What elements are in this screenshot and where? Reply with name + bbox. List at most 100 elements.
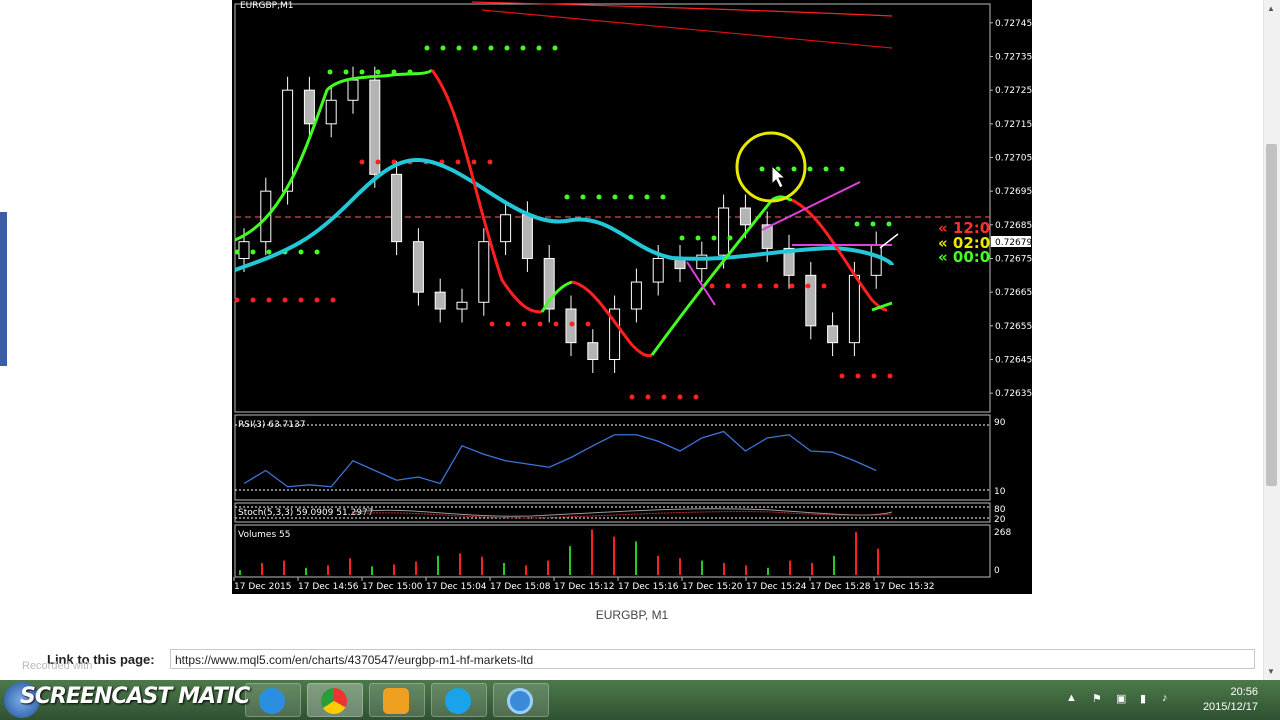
signal-dot (359, 69, 365, 75)
signal-dot (711, 235, 717, 241)
clock-time: 20:56 (1230, 686, 1258, 698)
current-price-label: 0.72679 (995, 238, 1032, 248)
signal-dot (727, 235, 733, 241)
signal-dot (629, 394, 635, 400)
timer-label-3: « 00:0 (938, 248, 990, 266)
signal-dot (757, 283, 763, 289)
signal-dot (741, 283, 747, 289)
price-tick-label: 0.72675 (995, 255, 1032, 265)
time-tick-label: 17 Dec 15:24 (746, 582, 807, 592)
tray-volume-icon[interactable]: ♪ (1162, 692, 1174, 704)
signal-dot (298, 249, 304, 255)
signal-dot (456, 45, 462, 51)
signal-dot (266, 297, 272, 303)
signal-dot (327, 69, 333, 75)
signal-dot (564, 194, 570, 200)
candle-body (718, 207, 730, 256)
rsi-label: RSI(3) 63.7137 (238, 420, 305, 430)
signal-dot (536, 45, 542, 51)
price-tick-label: 0.72735 (995, 53, 1032, 63)
time-tick-label: 17 Dec 15:28 (810, 582, 871, 592)
candle-body (282, 89, 294, 192)
signal-dot (807, 166, 813, 172)
signal-dot (504, 45, 510, 51)
tray-network-icon[interactable]: ▮ (1140, 692, 1152, 705)
time-tick-label: 17 Dec 2015 (234, 582, 292, 592)
candle-body (325, 99, 337, 125)
candle-body (848, 274, 860, 344)
taskbar-app-photos[interactable] (369, 683, 425, 717)
candle-body (521, 214, 533, 260)
price-tick-label: 0.72665 (995, 288, 1032, 298)
price-tick-label: 0.72725 (995, 86, 1032, 96)
signal-dot (266, 249, 272, 255)
signal-dot (471, 159, 477, 165)
signal-dot (537, 321, 543, 327)
candle-body (827, 325, 839, 344)
scroll-down-icon[interactable]: ▼ (1267, 667, 1275, 676)
signal-dot (298, 297, 304, 303)
scroll-thumb[interactable] (1266, 144, 1277, 486)
signal-dot (552, 45, 558, 51)
candle-body (500, 214, 512, 243)
stoch-label: Stoch(5,3,3) 59.0909 51.2977 (238, 508, 373, 518)
signal-dot (823, 166, 829, 172)
signal-dot (440, 45, 446, 51)
link-url-field[interactable]: https://www.mql5.com/en/charts/4370547/e… (170, 649, 1255, 669)
signal-dot (553, 321, 559, 327)
photos-icon (383, 688, 409, 714)
taskbar-app-ie[interactable] (245, 683, 301, 717)
signal-dot (839, 373, 845, 379)
stoch-level-20: 20 (994, 515, 1006, 525)
signal-dot (424, 45, 430, 51)
scroll-up-icon[interactable]: ▲ (1267, 4, 1275, 13)
tray-device-icon[interactable]: ▣ (1116, 692, 1128, 705)
rsi-level-90: 90 (994, 418, 1006, 428)
signal-dot (234, 297, 240, 303)
signal-dot (644, 194, 650, 200)
candle-body (587, 342, 599, 360)
time-tick-label: 17 Dec 15:00 (362, 582, 423, 592)
signal-dot (871, 373, 877, 379)
time-tick-label: 17 Dec 15:32 (874, 582, 935, 592)
taskbar-app-screencast[interactable] (493, 683, 549, 717)
taskbar-clock[interactable]: 20:56 2015/12/17 (1203, 685, 1258, 715)
signal-dot (693, 394, 699, 400)
signal-dot (612, 194, 618, 200)
time-tick-label: 17 Dec 15:04 (426, 582, 487, 592)
signal-dot (375, 159, 381, 165)
signal-dot (805, 283, 811, 289)
price-tick-label: 0.72635 (995, 389, 1032, 399)
signal-dot (585, 321, 591, 327)
candle-body (238, 241, 250, 260)
tray-flag-icon[interactable]: ⚑ (1092, 692, 1104, 705)
time-tick-label: 17 Dec 15:12 (554, 582, 615, 592)
signal-dot (250, 249, 256, 255)
taskbar-app-skype[interactable] (431, 683, 487, 717)
candle-body (303, 89, 315, 125)
symbol-label: EURGBP,M1 (240, 1, 293, 11)
price-axis: 0.72745 0.72735 0.72725 0.72715 0.72705 0.726… (990, 19, 1032, 399)
signal-dot (375, 69, 381, 75)
signal-dot (789, 283, 795, 289)
tray-expand-icon[interactable]: ▲ (1066, 692, 1078, 704)
candle-body (456, 301, 468, 310)
signal-dot (886, 221, 892, 227)
signal-dot (596, 194, 602, 200)
chart-canvas: EURGBP,M1 « 12:0 « 02:0 « 00:0 0.727450. (233, 1, 1032, 592)
time-axis: 17 Dec 2015 17 Dec 14:56 17 Dec 15:00 17 De… (233, 577, 935, 592)
chart-caption: EURGBP, M1 (595, 608, 669, 622)
signal-dot (887, 373, 893, 379)
price-tick-label: 0.72645 (995, 356, 1032, 366)
signal-dot (855, 373, 861, 379)
screencast-brand-logo: SCREENCAST MATIC (20, 684, 250, 709)
ma-red-upper-2 (481, 9, 893, 49)
page-scrollbar[interactable]: ▲ ▼ (1263, 0, 1280, 680)
signal-dot (250, 297, 256, 303)
candle-body (391, 173, 403, 243)
signal-dot (773, 283, 779, 289)
taskbar-app-chrome[interactable] (307, 683, 363, 717)
candle-body (630, 281, 642, 310)
signal-dot (709, 283, 715, 289)
page-side-accent (0, 212, 7, 366)
